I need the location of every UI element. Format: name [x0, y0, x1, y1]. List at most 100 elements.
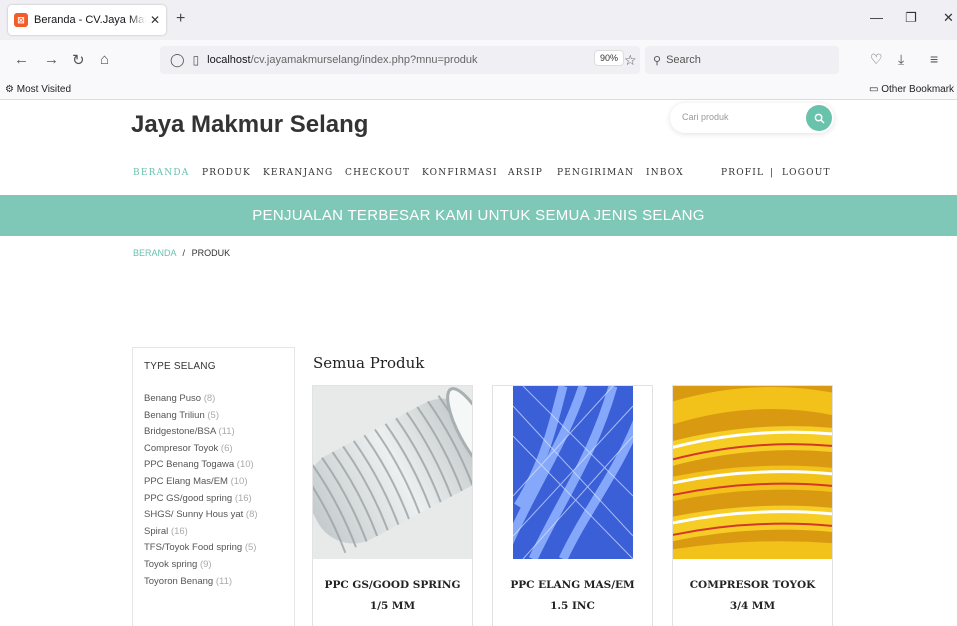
search-icon: [814, 113, 824, 123]
product-card[interactable]: COMPRESOR TOYOK 3/4 MM: [672, 385, 833, 626]
search-button[interactable]: [806, 105, 832, 131]
category-label: Benang Triliun: [144, 409, 205, 421]
category-item[interactable]: PPC GS/good spring (16): [144, 491, 258, 508]
category-item[interactable]: Benang Puso (8): [144, 391, 258, 408]
product-image[interactable]: [493, 386, 652, 559]
category-label: Toyok spring: [144, 558, 198, 570]
home-icon[interactable]: ⌂: [100, 51, 109, 68]
close-window-icon[interactable]: ✕: [943, 10, 954, 26]
breadcrumb-current: PRODUK: [191, 248, 231, 258]
bookmarks-toolbar: ⚙ Most Visited ▭ Other Bookmark: [0, 80, 957, 100]
blue-braided-hose-image: [493, 386, 652, 559]
pocket-icon[interactable]: ♡: [870, 51, 883, 68]
address-bar[interactable]: ◯ ▯ localhost/cv.jayamakmurselang/index.…: [160, 46, 640, 74]
forward-icon[interactable]: →: [44, 51, 59, 68]
browser-search-placeholder: Search: [666, 54, 701, 66]
promo-banner-text: PENJUALAN TERBESAR KAMI UNTUK SEMUA JENI…: [252, 207, 705, 224]
minimize-window-icon[interactable]: —: [870, 10, 883, 25]
product-name[interactable]: COMPRESOR TOYOK: [673, 579, 832, 591]
menu-konfirmasi[interactable]: KONFIRMASI: [422, 168, 498, 178]
site-brand[interactable]: Jaya Makmur Selang: [131, 111, 368, 139]
product-name[interactable]: PPC ELANG MAS/EM: [493, 579, 652, 591]
product-name[interactable]: PPC GS/GOOD SPRING: [313, 579, 472, 591]
menu-inbox[interactable]: INBOX: [646, 168, 684, 178]
menu-checkout[interactable]: CHECKOUT: [345, 168, 410, 178]
product-image[interactable]: [313, 386, 472, 559]
category-label: PPC Benang Togawa: [144, 459, 235, 471]
most-visited-label: Most Visited: [16, 84, 72, 95]
breadcrumb-home[interactable]: BERANDA: [133, 248, 176, 258]
category-count: (5): [207, 409, 219, 421]
category-label: Bridgestone/BSA: [144, 426, 216, 438]
bookmark-star-icon[interactable]: ☆: [624, 52, 637, 69]
browser-tab-bar: ⊠ Beranda - CV.Jaya Makmur Sela ✕ + — ❐ …: [0, 0, 957, 40]
category-count: (5): [244, 542, 257, 554]
category-count: (10): [236, 459, 254, 471]
category-list: Benang Puso (8) Benang Triliun (5) Bridg…: [144, 391, 258, 590]
browser-tab[interactable]: ⊠ Beranda - CV.Jaya Makmur Sela ✕: [8, 5, 166, 35]
back-icon[interactable]: ←: [14, 51, 29, 68]
category-item[interactable]: Spiral (16): [144, 524, 258, 541]
menu-arsip[interactable]: ARSIP: [508, 168, 543, 178]
page-info-icon[interactable]: ▯: [193, 53, 200, 67]
sidebar-heading: TYPE SELANG: [144, 361, 216, 372]
category-item[interactable]: SHGS/ Sunny Hous yat (8): [144, 507, 258, 524]
menu-icon[interactable]: ≡: [930, 51, 938, 67]
product-search-input[interactable]: Cari produk: [682, 112, 729, 122]
yellow-compressor-hose-image: [673, 386, 832, 559]
category-label: TFS/Toyok Food spring: [144, 542, 243, 554]
new-tab-icon[interactable]: +: [176, 10, 185, 28]
menu-beranda[interactable]: BERANDA: [133, 168, 189, 178]
product-card[interactable]: PPC GS/GOOD SPRING 1/5 MM: [312, 385, 473, 626]
product-card[interactable]: PPC ELANG MAS/EM 1.5 INC: [492, 385, 653, 626]
category-count: (11): [215, 575, 233, 587]
menu-produk[interactable]: PRODUK: [202, 168, 251, 178]
category-item[interactable]: PPC Elang Mas/EM (10): [144, 474, 258, 491]
product-image[interactable]: [673, 386, 832, 559]
menu-pengiriman[interactable]: PENGIRIMAN: [557, 168, 634, 178]
menu-keranjang[interactable]: KERANJANG: [263, 168, 333, 178]
site-favicon-icon: ⊠: [14, 13, 28, 27]
product-size: 3/4 MM: [729, 600, 776, 612]
menu-separator: |: [770, 168, 775, 178]
clear-spiral-hose-image: [313, 386, 472, 559]
category-item[interactable]: Toyok spring (9): [144, 557, 258, 574]
url-text: localhost/cv.jayamakmurselang/index.php?…: [207, 54, 477, 66]
tracking-protection-icon[interactable]: ◯: [170, 52, 185, 68]
category-item[interactable]: PPC Benang Togawa (10): [144, 457, 258, 474]
category-item[interactable]: Toyoron Benang (11): [144, 574, 258, 591]
category-label: Spiral: [144, 525, 169, 537]
product-search: Cari produk: [670, 103, 834, 133]
menu-profil[interactable]: PROFIL: [721, 168, 764, 178]
category-item[interactable]: Compresor Toyok (6): [144, 441, 258, 458]
category-item[interactable]: TFS/Toyok Food spring (5): [144, 540, 258, 557]
product-size: 1/5 MM: [369, 600, 416, 612]
gear-icon: ⚙: [5, 84, 14, 95]
url-host: localhost: [207, 54, 251, 66]
category-count: (9): [199, 558, 212, 570]
restore-window-icon[interactable]: ❐: [905, 10, 917, 26]
reload-icon[interactable]: ↻: [72, 51, 85, 69]
browser-search-field[interactable]: ⚲ Search: [645, 46, 839, 74]
most-visited-bookmark[interactable]: ⚙ Most Visited: [5, 84, 71, 95]
downloads-icon[interactable]: ⤓: [898, 51, 904, 68]
category-label: PPC Elang Mas/EM: [144, 475, 228, 487]
category-label: PPC GS/good spring: [144, 492, 233, 504]
category-count: (8): [203, 393, 216, 404]
other-bookmarks[interactable]: ▭ Other Bookmark: [869, 84, 954, 95]
breadcrumb: BERANDA / PRODUK: [133, 248, 230, 258]
search-icon: ⚲: [653, 54, 662, 67]
close-tab-icon[interactable]: ✕: [150, 13, 160, 27]
menu-logout[interactable]: LOGOUT: [782, 168, 831, 178]
category-label: SHGS/ Sunny Hous yat: [144, 509, 244, 521]
product-size: 1.5 INC: [550, 600, 595, 612]
folder-icon: ▭: [869, 84, 879, 95]
category-label: Toyoron Benang: [144, 575, 214, 587]
category-count: (6): [220, 442, 233, 454]
category-count: (11): [218, 426, 235, 438]
browser-nav-bar: ← → ↻ ⌂ ◯ ▯ localhost/cv.jayamakmurselan…: [0, 40, 957, 80]
products-section-title: Semua Produk: [313, 354, 425, 372]
zoom-level[interactable]: 90%: [594, 50, 625, 66]
category-item[interactable]: Benang Triliun (5): [144, 408, 258, 425]
category-item[interactable]: Bridgestone/BSA (11): [144, 424, 258, 441]
